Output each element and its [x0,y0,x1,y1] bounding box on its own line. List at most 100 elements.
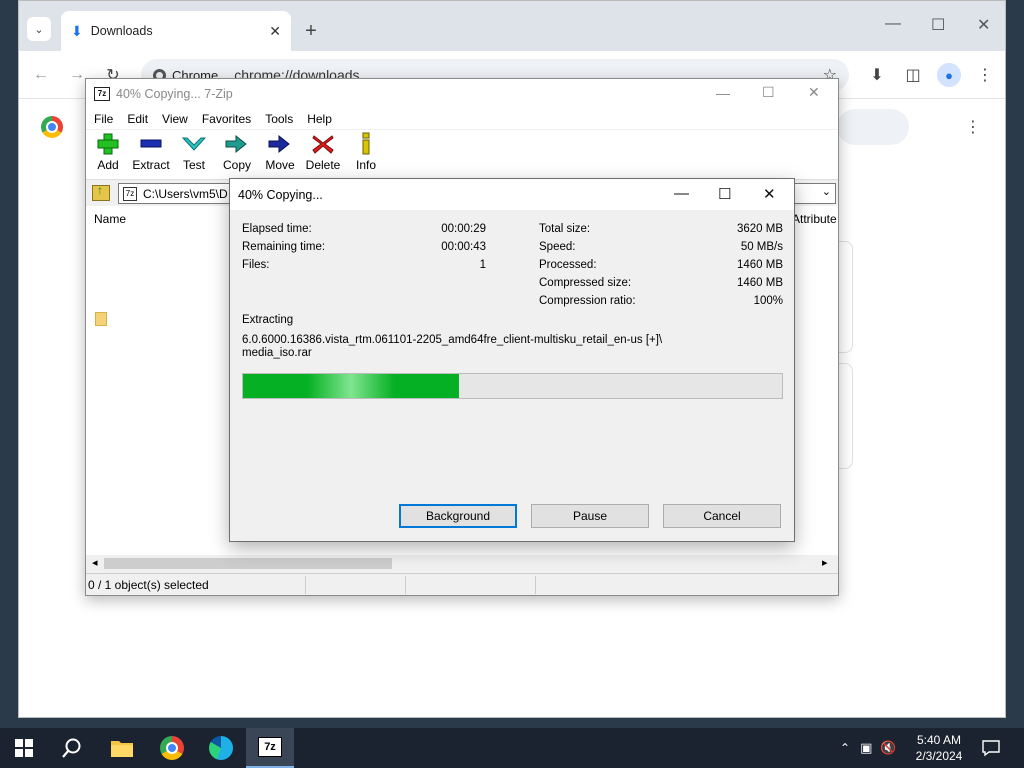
sevenzip-menubar: File Edit View Favorites Tools Help [86,109,838,129]
info-button[interactable]: Info [344,132,388,178]
pause-button[interactable]: Pause [531,504,649,528]
search-icon [62,738,81,758]
tab-search-button[interactable]: ⌄ [27,17,51,41]
chevron-up-icon[interactable]: ⌃ [840,741,850,755]
notifications-button[interactable] [968,728,1014,768]
menu-view[interactable]: View [162,112,188,126]
close-tab-icon[interactable]: ✕ [269,23,281,40]
files-value: 1 [479,259,486,271]
minimize-button[interactable]: — [674,185,689,202]
side-panel-icon[interactable]: ◫ [903,65,923,85]
copy-button[interactable]: Copy [215,132,259,178]
status-cell [306,575,406,594]
search-downloads-field[interactable] [837,109,909,145]
status-bar: 0 / 1 object(s) selected [86,573,838,595]
maximize-button[interactable]: ☐ [931,15,945,35]
sevenzip-taskbar-button[interactable]: 7z [246,728,294,768]
speed-value: 50 MB/s [740,241,783,253]
scroll-right-icon[interactable]: ▸ [822,556,828,569]
new-tab-button[interactable]: + [301,20,321,42]
scroll-thumb[interactable] [104,558,392,569]
clock[interactable]: 5:40 AM 2/3/2024 [904,732,974,764]
network-icon[interactable]: ▣ [860,740,872,756]
menu-tools[interactable]: Tools [265,112,293,126]
elapsed-value: 00:00:29 [441,223,486,235]
maximize-button[interactable]: ☐ [718,185,731,203]
file-explorer-button[interactable] [98,728,146,768]
minus-icon [140,139,162,148]
total-size-label: Total size: [539,223,591,235]
taskbar: 7z ⌃ ▣ 🔇 5:40 AM 2/3/2024 [0,728,1024,768]
dialog-titlebar: 40% Copying... — ☐ ✕ [230,179,794,210]
volume-muted-icon[interactable]: 🔇 [880,740,896,756]
speed-label: Speed: [539,241,576,253]
processed-label: Processed: [539,259,597,271]
info-label: Info [355,158,376,172]
edge-icon [209,736,233,760]
chevron-down-icon: ⌄ [34,23,44,36]
dialog-title: 40% Copying... [238,187,323,202]
info-i-icon [362,132,370,155]
back-button[interactable]: ← [31,65,51,85]
archive-icon: 7z [123,186,137,201]
horizontal-scrollbar[interactable]: ◂ ▸ [86,555,838,572]
chrome-logo [41,116,63,138]
start-button[interactable] [0,728,48,768]
menu-dots-icon[interactable]: ⋮ [975,65,995,85]
folder-icon[interactable] [95,312,107,326]
close-button[interactable]: ✕ [763,185,776,203]
folder-icon [111,741,133,757]
menu-file[interactable]: File [94,112,113,126]
extract-button[interactable]: Extract [129,132,173,178]
sevenzip-title: 40% Copying... 7-Zip [116,87,233,101]
column-name[interactable]: Name [94,212,126,226]
scroll-left-icon[interactable]: ◂ [92,556,98,569]
close-window-button[interactable]: ✕ [977,15,990,35]
minimize-button[interactable]: — [716,85,730,101]
compressed-size-value: 1460 MB [736,277,783,289]
tab-downloads[interactable]: ⬇ Downloads ✕ [61,11,291,51]
delete-x-icon [312,135,334,154]
move-label: Move [265,158,295,172]
plus-icon [97,133,119,155]
cancel-button[interactable]: Cancel [663,504,781,528]
progress-fill [243,374,459,398]
compression-ratio-label: Compression ratio: [539,295,636,307]
chrome-taskbar-button[interactable] [148,728,196,768]
test-button[interactable]: Test [172,132,216,178]
page-more-icon[interactable]: ⋮ [963,117,983,137]
compressed-size-label: Compressed size: [539,277,632,289]
profile-avatar[interactable]: ● [937,63,961,87]
windows-logo-icon [15,739,33,757]
total-size-value: 3620 MB [736,223,783,235]
downloads-icon[interactable]: ⬇ [867,65,887,85]
move-button[interactable]: Move [258,132,302,178]
copy-arrow-icon [225,134,247,154]
status-selection: 0 / 1 object(s) selected [86,575,306,594]
test-label: Test [182,158,205,172]
download-icon: ⬇ [71,22,83,39]
chevron-down-icon[interactable]: ⌄ [822,185,831,198]
menu-help[interactable]: Help [307,112,332,126]
sevenzip-toolbar: Add Extract Test Copy Move Delete Info [86,130,838,180]
chrome-tabstrip: ⌄ ⬇ Downloads ✕ + — ☐ ✕ [19,1,1005,51]
operation-label: Extracting [242,314,294,326]
search-button[interactable] [48,728,96,768]
copy-label: Copy [222,158,251,172]
current-file-line2: media_iso.rar [242,347,312,359]
edge-taskbar-button[interactable] [197,728,245,768]
add-label: Add [97,158,119,172]
menu-edit[interactable]: Edit [127,112,148,126]
minimize-button[interactable]: — [885,15,901,33]
add-button[interactable]: Add [86,132,130,178]
close-button[interactable]: ✕ [808,84,820,101]
folder-up-icon[interactable]: ↑ [92,183,110,201]
maximize-button[interactable]: ☐ [762,84,775,101]
column-attributes[interactable]: Attribute [792,212,837,226]
tab-title: Downloads [90,24,153,38]
menu-favorites[interactable]: Favorites [202,112,251,126]
background-button[interactable]: Background [399,504,517,528]
forward-button[interactable]: → [67,65,87,85]
delete-button[interactable]: Delete [301,132,345,178]
files-label: Files: [242,259,270,271]
